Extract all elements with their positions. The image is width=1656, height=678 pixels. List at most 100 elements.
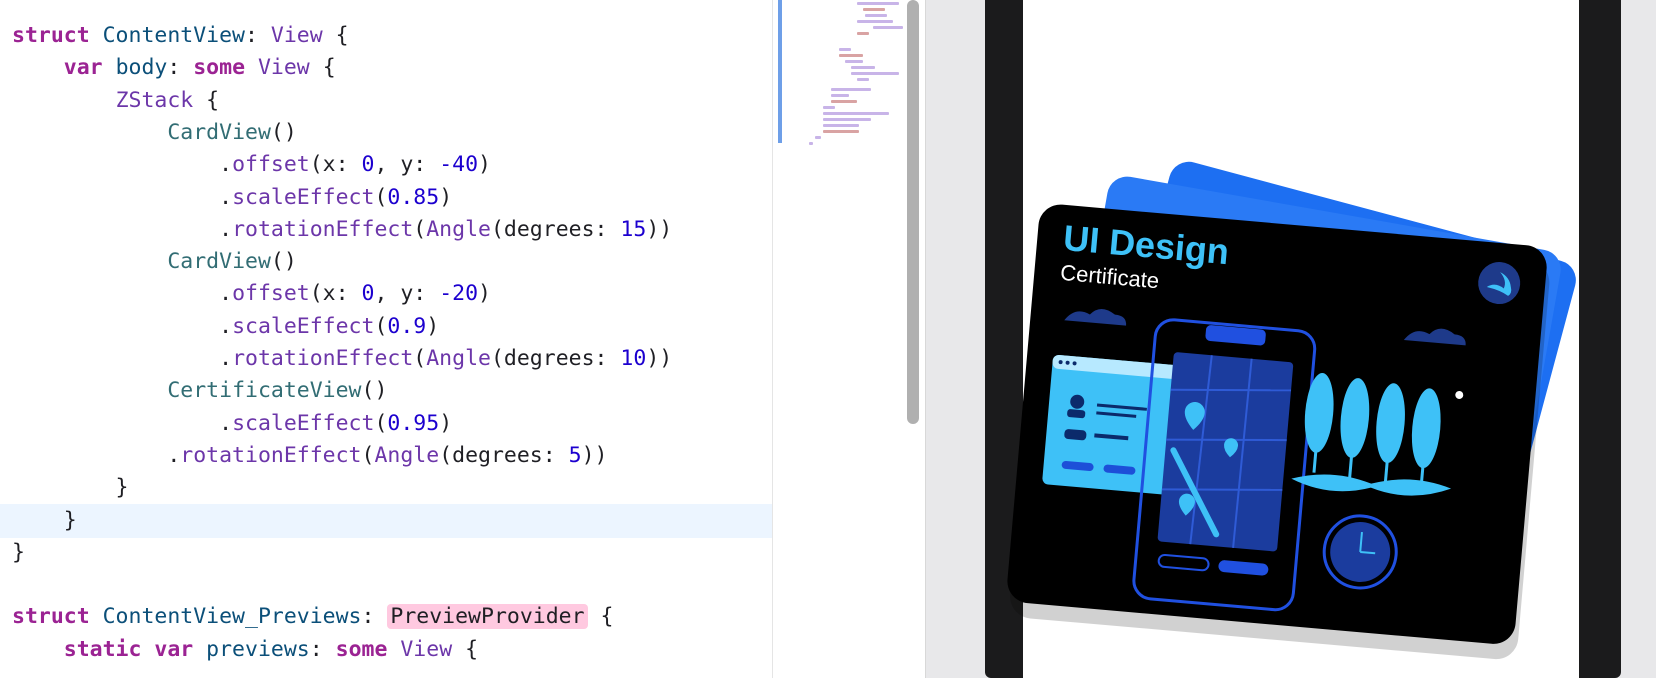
code-token: CardView <box>167 249 271 275</box>
code-token: rotationEffect <box>232 346 414 371</box>
code-token: . <box>12 152 233 178</box>
minimap-line <box>839 54 863 57</box>
code-token: ( <box>413 346 427 371</box>
editor-scrollbar[interactable] <box>907 0 919 424</box>
minimap-line <box>865 14 887 17</box>
minimap[interactable] <box>772 0 925 678</box>
code-line[interactable]: .scaleEffect(0.95) <box>0 407 772 441</box>
code-line[interactable]: struct ContentView: View { <box>0 19 772 53</box>
code-token: { <box>309 55 336 81</box>
code-token: . <box>12 313 233 339</box>
code-line[interactable]: ZStack { <box>0 84 772 118</box>
code-token: 0.85 <box>387 184 440 210</box>
code-token: struct <box>12 604 103 630</box>
code-line[interactable]: .rotationEffect(Angle(degrees: 15)) <box>0 213 772 247</box>
code-token: ) <box>426 313 440 339</box>
code-token: previews <box>206 636 310 662</box>
code-token: : <box>167 55 194 81</box>
minimap-line <box>823 130 859 133</box>
code-line[interactable]: .offset(x: 0, y: -20) <box>0 277 772 311</box>
code-line[interactable]: } <box>0 503 772 538</box>
code-token: ( <box>361 442 375 468</box>
code-token: static <box>63 636 155 662</box>
code-token: { <box>587 604 614 630</box>
certificate-card: UI Design Certificate <box>1007 204 1547 644</box>
code-line[interactable]: static var previews: some View { <box>0 633 772 667</box>
code-line[interactable]: CertificateView() <box>0 374 772 408</box>
code-line[interactable]: .scaleEffect(0.9) <box>0 310 772 344</box>
minimap-line <box>809 142 813 145</box>
code-token: : <box>309 636 336 662</box>
minimap-line <box>851 66 875 69</box>
code-line[interactable]: } <box>0 536 772 570</box>
code-token: )) <box>646 216 673 242</box>
code-token: -20 <box>439 281 479 307</box>
minimap-line <box>823 124 859 127</box>
code-token: ZStack <box>115 87 194 113</box>
code-line[interactable]: .offset(x: 0, y: -40) <box>0 148 772 182</box>
code-token: Angle <box>374 442 440 468</box>
code-token: ( <box>374 410 388 436</box>
minimap-line <box>839 48 851 51</box>
code-token: ( <box>413 216 427 242</box>
code-token: ( <box>374 313 388 339</box>
minimap-line <box>831 100 857 103</box>
minimap-line <box>831 88 871 91</box>
minimap-line <box>857 20 893 23</box>
minimap-line <box>815 136 821 139</box>
code-token: . <box>12 410 233 436</box>
code-token: rotationEffect <box>232 216 414 242</box>
code-token: View <box>257 55 310 81</box>
minimap-line <box>831 94 849 97</box>
code-token: 0.95 <box>387 410 440 436</box>
code-token: CertificateView <box>167 378 362 404</box>
code-token: var <box>63 55 116 81</box>
code-token: . <box>12 216 233 242</box>
minimap-line <box>823 112 889 115</box>
code-token: scaleEffect <box>232 410 375 436</box>
card-stack[interactable]: UI Design Certificate <box>926 0 1656 678</box>
code-token: . <box>12 184 233 210</box>
minimap-line <box>823 106 835 109</box>
minimap-line <box>857 78 869 81</box>
code-line[interactable]: } <box>0 471 772 505</box>
code-token: ) <box>478 281 491 307</box>
code-token: (x: <box>309 281 362 307</box>
code-token: , y: <box>374 281 440 307</box>
code-token: (degrees: <box>490 346 621 371</box>
code-editor[interactable]: struct ContentView: View { var body: som… <box>0 0 772 678</box>
code-line[interactable]: var body: some View { <box>0 51 772 85</box>
code-line[interactable]: CardView() <box>0 245 772 279</box>
code-token: ContentView_Previews <box>102 604 362 630</box>
code-token: )) <box>581 442 608 468</box>
code-token: ) <box>439 410 453 436</box>
code-token: 15 <box>620 216 647 242</box>
code-token: var <box>154 636 207 662</box>
code-token: ( <box>374 184 388 210</box>
code-line[interactable]: .scaleEffect(0.85) <box>0 181 772 215</box>
code-token: offset <box>232 281 310 307</box>
code-token: ContentView <box>102 23 245 48</box>
minimap-line <box>851 72 899 75</box>
minimap-line <box>857 2 899 5</box>
code-line[interactable]: .rotationEffect(Angle(degrees: 5)) <box>0 439 772 473</box>
code-line[interactable] <box>0 568 772 602</box>
preview-canvas[interactable]: UI Design Certificate <box>925 0 1656 678</box>
code-token: (degrees: <box>439 442 569 468</box>
minimap-line <box>863 8 885 11</box>
minimap-line <box>873 26 903 29</box>
code-token: CardView <box>167 119 271 145</box>
code-token: View <box>270 23 323 48</box>
code-token: . <box>12 281 233 307</box>
code-token: : <box>361 604 388 630</box>
code-token: some <box>335 636 401 662</box>
code-token: rotationEffect <box>180 442 362 468</box>
code-line[interactable]: struct ContentView_Previews: PreviewProv… <box>0 600 772 634</box>
code-line[interactable]: .rotationEffect(Angle(degrees: 10)) <box>0 342 772 376</box>
minimap-line <box>857 32 869 35</box>
code-line[interactable]: CardView() <box>0 116 772 150</box>
